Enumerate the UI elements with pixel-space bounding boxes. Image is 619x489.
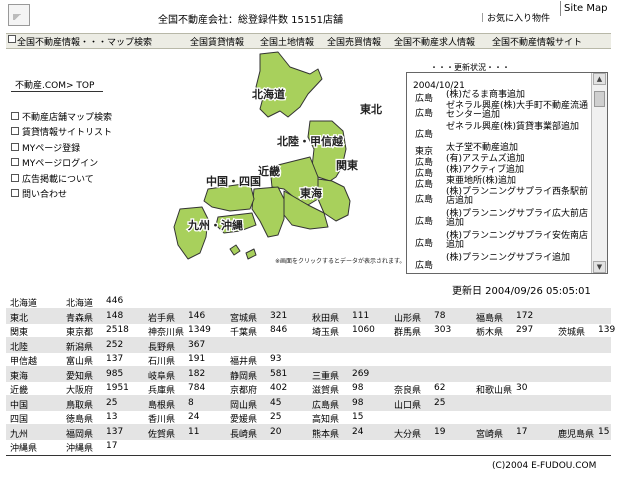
nav-bar: 全国不動産情報・・・マップ検索 全国賃貸情報 全国土地情報 全国売買情報 全国不… (6, 33, 611, 49)
prefecture-count: 985 (106, 368, 124, 379)
map-label-tohoku[interactable]: 東北 (359, 101, 384, 118)
prefecture-count: 13 (106, 412, 118, 422)
prefecture-count: 367 (188, 339, 206, 350)
prefecture-count: 402 (270, 383, 288, 393)
breadcrumb-divider (11, 91, 103, 92)
checkbox-icon (11, 143, 19, 151)
prefecture-link[interactable]: 沖縄県 (66, 441, 93, 454)
map-region-okinawa-2[interactable] (245, 248, 257, 260)
checkbox-icon (11, 112, 19, 120)
prefecture-count: 303 (434, 325, 452, 335)
prefecture-count: 24 (352, 426, 364, 437)
copyright: (C)2004 E-FUDOU.COM (492, 461, 597, 471)
prefecture-count: 269 (352, 368, 370, 379)
prefecture-count: 148 (106, 310, 124, 321)
prefecture-count: 182 (188, 368, 206, 379)
map-label-hokuriku[interactable]: 北陸・甲信越 (276, 133, 345, 150)
breadcrumb-top[interactable]: 不動産.COM> TOP (15, 78, 94, 91)
prefecture-count: 25 (434, 397, 446, 408)
prefecture-count: 17 (106, 441, 118, 451)
logo-image-icon[interactable] (8, 4, 30, 26)
menu-mypage-login[interactable]: MYページログイン (11, 156, 98, 169)
prefecture-count: 146 (188, 310, 206, 321)
menu-mypage-register[interactable]: MYページ登録 (11, 141, 80, 154)
prefecture-count: 98 (352, 383, 364, 393)
prefecture-count: 139 (598, 325, 616, 335)
prefecture-count: 62 (434, 383, 446, 393)
checkbox-icon (11, 189, 19, 197)
updates-panel[interactable]: 2004/10/21 広島 (株)だるま商事追加 広島 ゼネラル興産(株)大手町不動… (406, 72, 608, 274)
prefecture-count: 78 (434, 310, 446, 321)
map-region-okinawa[interactable] (229, 244, 241, 256)
map-region-kyushu[interactable] (173, 206, 209, 260)
nav-checkbox-icon (8, 35, 16, 43)
prefecture-count: 137 (106, 426, 124, 437)
prefecture-count: 784 (188, 383, 206, 393)
sitemap-link[interactable]: Site Map (560, 1, 614, 16)
favorites-link[interactable]: ｜お気に入り物件 (478, 11, 550, 24)
prefecture-count: 25 (106, 397, 118, 408)
prefecture-count: 172 (516, 310, 534, 321)
map-label-kinki[interactable]: 近畿 (257, 163, 282, 180)
prefecture-count: 2518 (106, 325, 129, 335)
prefecture-count: 111 (352, 310, 370, 321)
nav-item-map-search[interactable]: 全国不動産情報・・・マップ検索 (17, 35, 152, 48)
prefecture-count: 8 (188, 397, 194, 408)
scroll-thumb[interactable] (594, 91, 605, 107)
prefecture-count: 25 (270, 412, 282, 422)
map-label-kyushu-okinawa[interactable]: 九州・沖縄 (186, 217, 245, 234)
prefecture-count: 297 (516, 325, 534, 335)
nav-item-jobs[interactable]: 全国不動産求人情報 (394, 35, 475, 48)
map-caption: ※画面をクリックするとデータが表示されます。 (275, 258, 406, 265)
prefecture-count: 191 (188, 354, 206, 364)
prefecture-count: 1060 (352, 325, 375, 335)
prefecture-count: 1951 (106, 383, 129, 393)
checkbox-icon (11, 127, 19, 135)
prefecture-count: 98 (352, 397, 364, 408)
map-label-chugoku-shikoku[interactable]: 中国・四国 (205, 173, 263, 190)
menu-advertising[interactable]: 広告掲載について (11, 172, 94, 185)
prefecture-count: 17 (516, 426, 528, 437)
prefecture-count: 137 (106, 354, 124, 364)
nav-item-sale[interactable]: 全国売買情報 (327, 35, 381, 48)
prefecture-count: 45 (270, 397, 282, 408)
prefecture-count: 24 (188, 412, 200, 422)
nav-item-rental[interactable]: 全国賃貸情報 (190, 35, 244, 48)
map-label-tokai[interactable]: 東海 (299, 185, 324, 202)
prefecture-count: 15 (352, 412, 364, 422)
checkbox-icon (11, 158, 19, 166)
prefecture-count: 19 (434, 426, 446, 437)
site-count-text: 全国不動産会社：総登録件数 15151店舗 (158, 15, 343, 26)
nav-item-land[interactable]: 全国土地情報 (260, 35, 314, 48)
prefecture-count: 11 (188, 426, 200, 437)
updates-scrollbar[interactable]: ▲ ▼ (591, 73, 607, 273)
prefecture-count: 446 (106, 296, 124, 306)
map-region-hokkaido[interactable] (255, 51, 323, 118)
footer-divider (6, 455, 611, 456)
menu-store-map-search[interactable]: 不動産店舗マップ検索 (11, 110, 112, 123)
prefecture-count: 321 (270, 310, 288, 321)
menu-rental-sites[interactable]: 賃貸情報サイトリスト (11, 125, 112, 138)
prefecture-count: 30 (516, 383, 528, 393)
scroll-up-icon[interactable]: ▲ (593, 73, 606, 85)
prefecture-count: 846 (270, 325, 288, 335)
header: 全国不動産会社：総登録件数 15151店舗 ｜お気に入り物件 Site Map (0, 0, 619, 32)
map-label-kanto[interactable]: 関東 (335, 157, 360, 174)
nav-item-sites[interactable]: 全国不動産情報サイト (492, 35, 582, 48)
prefecture-count: 1349 (188, 325, 211, 335)
map-region-kinki[interactable] (251, 186, 285, 238)
checkbox-icon (11, 174, 19, 182)
table-row: 沖縄県 沖縄県 17 (6, 438, 611, 454)
region-name[interactable]: 沖縄県 (10, 441, 37, 454)
scroll-down-icon[interactable]: ▼ (593, 261, 606, 273)
prefecture-count: 581 (270, 368, 288, 379)
japan-map[interactable]: 北海道 東北 北陸・甲信越 関東 東海 近畿 中国・四国 九州・沖縄 (160, 49, 408, 271)
prefecture-count: 93 (270, 354, 282, 364)
prefecture-count: 15 (598, 426, 610, 437)
prefecture-count: 252 (106, 339, 124, 350)
map-label-hokkaido[interactable]: 北海道 (251, 86, 287, 103)
menu-contact[interactable]: 問い合わせ (11, 187, 67, 200)
prefecture-count: 20 (270, 426, 282, 437)
